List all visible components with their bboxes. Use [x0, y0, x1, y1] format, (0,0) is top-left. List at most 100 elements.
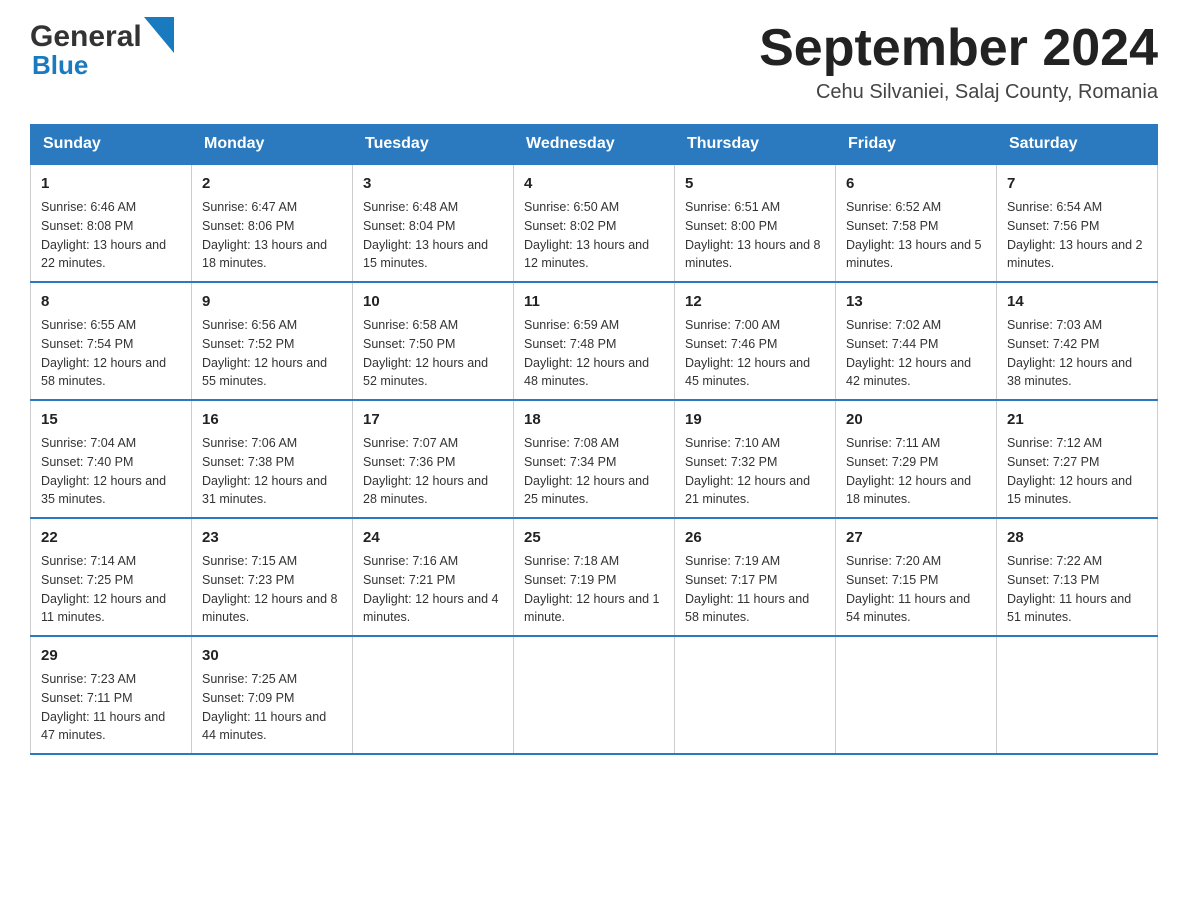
page-header: General Blue September 2024 Cehu Silvani…: [30, 20, 1158, 104]
day-number: 22: [41, 527, 181, 548]
day-number: 15: [41, 409, 181, 430]
calendar-week-row: 22 Sunrise: 7:14 AMSunset: 7:25 PMDaylig…: [31, 518, 1158, 636]
day-info: Sunrise: 6:54 AMSunset: 7:56 PMDaylight:…: [1007, 200, 1143, 270]
table-row: 21 Sunrise: 7:12 AMSunset: 7:27 PMDaylig…: [997, 400, 1158, 518]
day-number: 9: [202, 291, 342, 312]
day-info: Sunrise: 7:00 AMSunset: 7:46 PMDaylight:…: [685, 318, 810, 388]
day-number: 18: [524, 409, 664, 430]
day-info: Sunrise: 7:23 AMSunset: 7:11 PMDaylight:…: [41, 672, 165, 742]
day-number: 28: [1007, 527, 1147, 548]
day-info: Sunrise: 6:50 AMSunset: 8:02 PMDaylight:…: [524, 200, 649, 270]
logo-general-text: General: [30, 20, 142, 54]
table-row: 1 Sunrise: 6:46 AMSunset: 8:08 PMDayligh…: [31, 164, 192, 282]
day-info: Sunrise: 6:46 AMSunset: 8:08 PMDaylight:…: [41, 200, 166, 270]
day-info: Sunrise: 7:03 AMSunset: 7:42 PMDaylight:…: [1007, 318, 1132, 388]
table-row: [514, 636, 675, 754]
day-number: 16: [202, 409, 342, 430]
day-info: Sunrise: 7:04 AMSunset: 7:40 PMDaylight:…: [41, 436, 166, 506]
header-sunday: Sunday: [31, 125, 192, 165]
day-number: 29: [41, 645, 181, 666]
day-number: 11: [524, 291, 664, 312]
header-monday: Monday: [192, 125, 353, 165]
header-wednesday: Wednesday: [514, 125, 675, 165]
location-title: Cehu Silvaniei, Salaj County, Romania: [759, 81, 1158, 104]
day-info: Sunrise: 7:11 AMSunset: 7:29 PMDaylight:…: [846, 436, 971, 506]
day-number: 12: [685, 291, 825, 312]
day-number: 1: [41, 173, 181, 194]
logo-blue-text: Blue: [32, 50, 174, 81]
header-thursday: Thursday: [675, 125, 836, 165]
logo: General Blue: [30, 20, 174, 81]
table-row: 4 Sunrise: 6:50 AMSunset: 8:02 PMDayligh…: [514, 164, 675, 282]
table-row: 24 Sunrise: 7:16 AMSunset: 7:21 PMDaylig…: [353, 518, 514, 636]
day-number: 25: [524, 527, 664, 548]
day-number: 20: [846, 409, 986, 430]
table-row: 26 Sunrise: 7:19 AMSunset: 7:17 PMDaylig…: [675, 518, 836, 636]
day-number: 19: [685, 409, 825, 430]
header-saturday: Saturday: [997, 125, 1158, 165]
day-info: Sunrise: 6:51 AMSunset: 8:00 PMDaylight:…: [685, 200, 821, 270]
table-row: 23 Sunrise: 7:15 AMSunset: 7:23 PMDaylig…: [192, 518, 353, 636]
day-number: 6: [846, 173, 986, 194]
day-number: 3: [363, 173, 503, 194]
day-info: Sunrise: 7:07 AMSunset: 7:36 PMDaylight:…: [363, 436, 488, 506]
table-row: 3 Sunrise: 6:48 AMSunset: 8:04 PMDayligh…: [353, 164, 514, 282]
day-number: 13: [846, 291, 986, 312]
calendar-header-row: Sunday Monday Tuesday Wednesday Thursday…: [31, 125, 1158, 165]
title-area: September 2024 Cehu Silvaniei, Salaj Cou…: [759, 20, 1158, 104]
table-row: 16 Sunrise: 7:06 AMSunset: 7:38 PMDaylig…: [192, 400, 353, 518]
table-row: 25 Sunrise: 7:18 AMSunset: 7:19 PMDaylig…: [514, 518, 675, 636]
month-title: September 2024: [759, 20, 1158, 77]
table-row: 30 Sunrise: 7:25 AMSunset: 7:09 PMDaylig…: [192, 636, 353, 754]
day-number: 24: [363, 527, 503, 548]
header-friday: Friday: [836, 125, 997, 165]
day-info: Sunrise: 7:25 AMSunset: 7:09 PMDaylight:…: [202, 672, 326, 742]
day-info: Sunrise: 7:02 AMSunset: 7:44 PMDaylight:…: [846, 318, 971, 388]
table-row: 29 Sunrise: 7:23 AMSunset: 7:11 PMDaylig…: [31, 636, 192, 754]
day-info: Sunrise: 7:14 AMSunset: 7:25 PMDaylight:…: [41, 554, 166, 624]
table-row: 14 Sunrise: 7:03 AMSunset: 7:42 PMDaylig…: [997, 282, 1158, 400]
table-row: 15 Sunrise: 7:04 AMSunset: 7:40 PMDaylig…: [31, 400, 192, 518]
table-row: 5 Sunrise: 6:51 AMSunset: 8:00 PMDayligh…: [675, 164, 836, 282]
header-tuesday: Tuesday: [353, 125, 514, 165]
logo-arrow-icon: [144, 17, 174, 53]
day-number: 26: [685, 527, 825, 548]
table-row: 13 Sunrise: 7:02 AMSunset: 7:44 PMDaylig…: [836, 282, 997, 400]
table-row: 18 Sunrise: 7:08 AMSunset: 7:34 PMDaylig…: [514, 400, 675, 518]
table-row: 6 Sunrise: 6:52 AMSunset: 7:58 PMDayligh…: [836, 164, 997, 282]
table-row: [353, 636, 514, 754]
table-row: 17 Sunrise: 7:07 AMSunset: 7:36 PMDaylig…: [353, 400, 514, 518]
day-info: Sunrise: 6:58 AMSunset: 7:50 PMDaylight:…: [363, 318, 488, 388]
day-info: Sunrise: 7:19 AMSunset: 7:17 PMDaylight:…: [685, 554, 809, 624]
day-number: 8: [41, 291, 181, 312]
calendar-week-row: 29 Sunrise: 7:23 AMSunset: 7:11 PMDaylig…: [31, 636, 1158, 754]
calendar-week-row: 15 Sunrise: 7:04 AMSunset: 7:40 PMDaylig…: [31, 400, 1158, 518]
table-row: 27 Sunrise: 7:20 AMSunset: 7:15 PMDaylig…: [836, 518, 997, 636]
day-number: 4: [524, 173, 664, 194]
day-number: 10: [363, 291, 503, 312]
table-row: 9 Sunrise: 6:56 AMSunset: 7:52 PMDayligh…: [192, 282, 353, 400]
day-number: 23: [202, 527, 342, 548]
day-number: 7: [1007, 173, 1147, 194]
calendar-table: Sunday Monday Tuesday Wednesday Thursday…: [30, 124, 1158, 755]
day-number: 17: [363, 409, 503, 430]
day-number: 27: [846, 527, 986, 548]
day-number: 2: [202, 173, 342, 194]
day-info: Sunrise: 7:08 AMSunset: 7:34 PMDaylight:…: [524, 436, 649, 506]
day-info: Sunrise: 7:20 AMSunset: 7:15 PMDaylight:…: [846, 554, 970, 624]
table-row: 22 Sunrise: 7:14 AMSunset: 7:25 PMDaylig…: [31, 518, 192, 636]
table-row: [675, 636, 836, 754]
day-info: Sunrise: 7:12 AMSunset: 7:27 PMDaylight:…: [1007, 436, 1132, 506]
day-info: Sunrise: 7:15 AMSunset: 7:23 PMDaylight:…: [202, 554, 338, 624]
day-info: Sunrise: 6:52 AMSunset: 7:58 PMDaylight:…: [846, 200, 982, 270]
day-info: Sunrise: 6:55 AMSunset: 7:54 PMDaylight:…: [41, 318, 166, 388]
calendar-week-row: 1 Sunrise: 6:46 AMSunset: 8:08 PMDayligh…: [31, 164, 1158, 282]
day-number: 30: [202, 645, 342, 666]
day-info: Sunrise: 7:22 AMSunset: 7:13 PMDaylight:…: [1007, 554, 1131, 624]
day-info: Sunrise: 6:59 AMSunset: 7:48 PMDaylight:…: [524, 318, 649, 388]
table-row: 7 Sunrise: 6:54 AMSunset: 7:56 PMDayligh…: [997, 164, 1158, 282]
table-row: 28 Sunrise: 7:22 AMSunset: 7:13 PMDaylig…: [997, 518, 1158, 636]
table-row: 10 Sunrise: 6:58 AMSunset: 7:50 PMDaylig…: [353, 282, 514, 400]
table-row: 11 Sunrise: 6:59 AMSunset: 7:48 PMDaylig…: [514, 282, 675, 400]
day-info: Sunrise: 7:10 AMSunset: 7:32 PMDaylight:…: [685, 436, 810, 506]
